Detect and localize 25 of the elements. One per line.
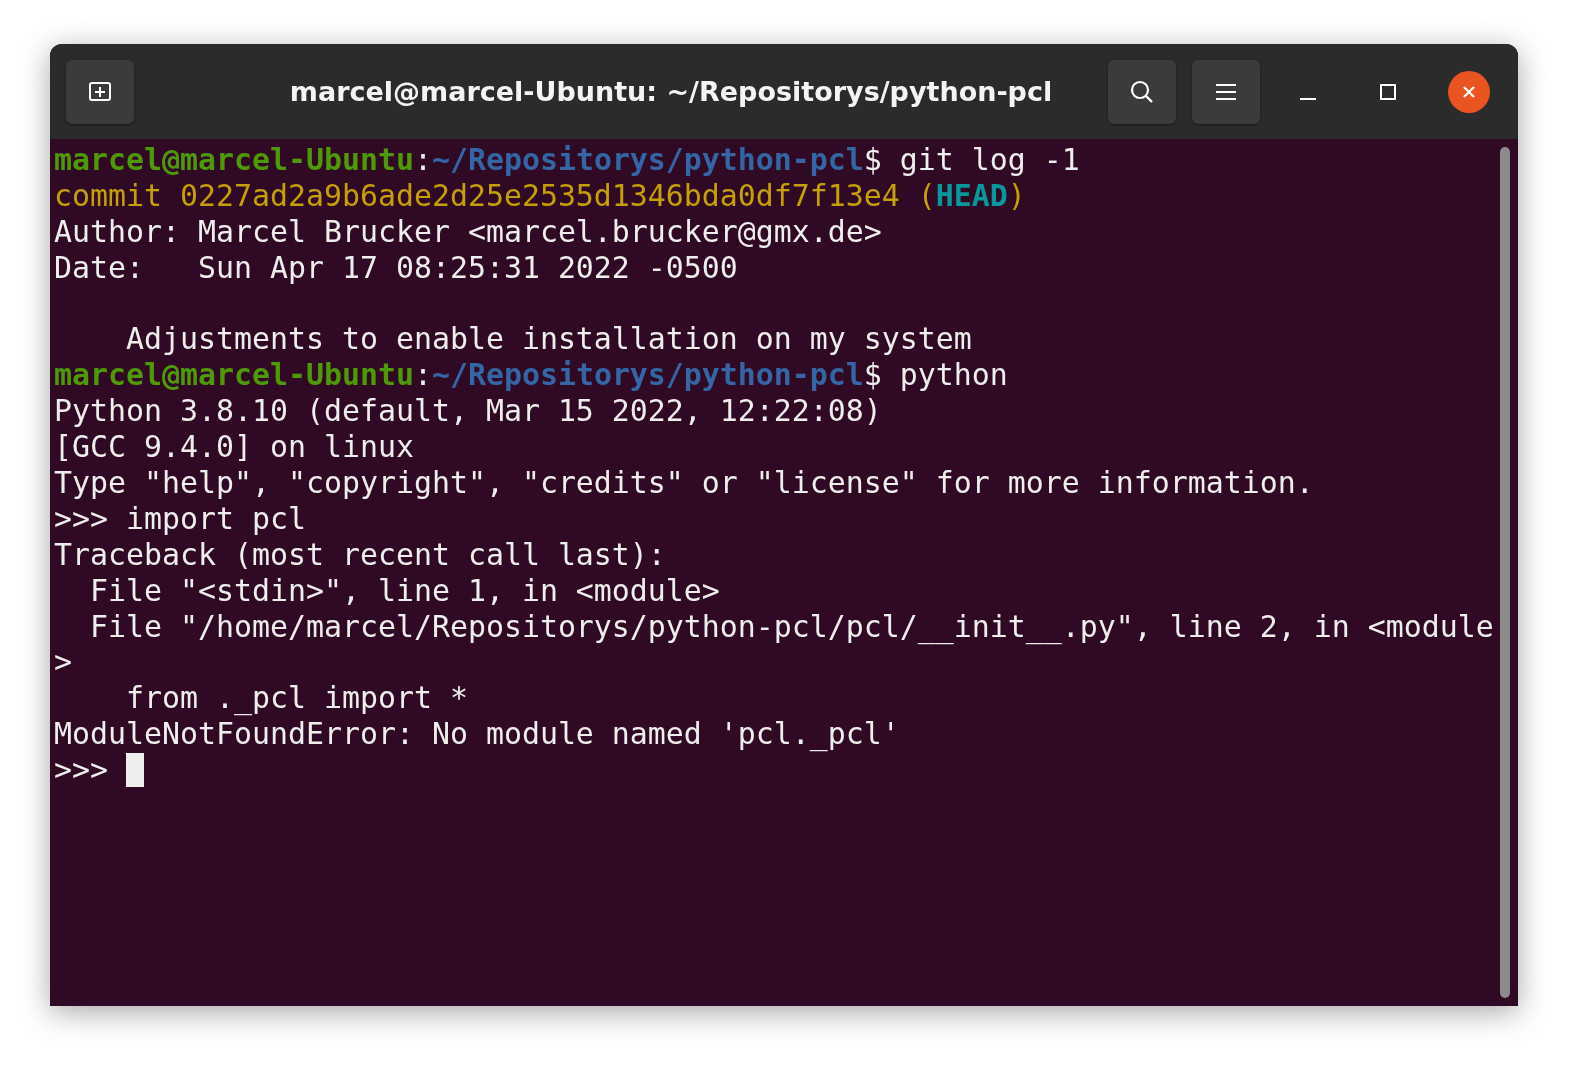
terminal-line: Date: Sun Apr 17 08:25:31 2022 -0500: [54, 249, 738, 286]
close-button[interactable]: [1448, 70, 1490, 113]
terminal-line: Traceback (most recent call last):: [54, 536, 666, 573]
terminal-line: >>>: [54, 752, 109, 789]
terminal-line: >>> import pcl: [54, 500, 306, 537]
terminal-line: Type "help", "copyright", "credits" or "license" for more information.: [54, 465, 1314, 501]
terminal-line: ModuleNotFoundError: No module named 'pcl._pcl': [54, 716, 900, 753]
scrollbar[interactable]: [1500, 147, 1510, 998]
terminal-line: Adjustments to enable installation on my system: [124, 321, 972, 358]
terminal-line: Author: Marcel Brucker <marcel.brucker@gmx.de>: [54, 213, 882, 250]
new-tab-button[interactable]: [66, 59, 134, 124]
terminal-line: >: [54, 644, 72, 681]
search-icon: [1129, 78, 1155, 105]
terminal-line: Python 3.8.10 (default, Mar 15 2022, 12:22:08): [54, 393, 882, 430]
minimize-icon: [1300, 97, 1316, 100]
window-title: marcel@marcel-Ubuntu: ~/Repositorys/python-pcl: [288, 76, 1054, 107]
terminal-line: File "<stdin>", line 1, in <module>: [89, 572, 720, 609]
terminal-line: from ._pcl import *: [124, 680, 468, 717]
terminal-line: File "/home/marcel/Repositorys/python-pcl/pcl/__init__.py", line 2, in <module: [89, 608, 1494, 645]
menu-button[interactable]: [1192, 59, 1260, 124]
terminal-line: marcel@marcel-Ubuntu:~/Repositorys/python-pcl$ python: [54, 357, 1008, 394]
terminal-line: marcel@marcel-Ubuntu:~/Repositorys/python-pcl$ git log -1: [54, 142, 1080, 178]
search-button[interactable]: [1108, 59, 1176, 124]
terminal-line: commit 0227ad2a9b6ade2d25e2535d1346bda0df7f13e4 (HEAD): [54, 177, 1026, 214]
terminal-line: [GCC 9.4.0] on linux: [54, 429, 414, 466]
